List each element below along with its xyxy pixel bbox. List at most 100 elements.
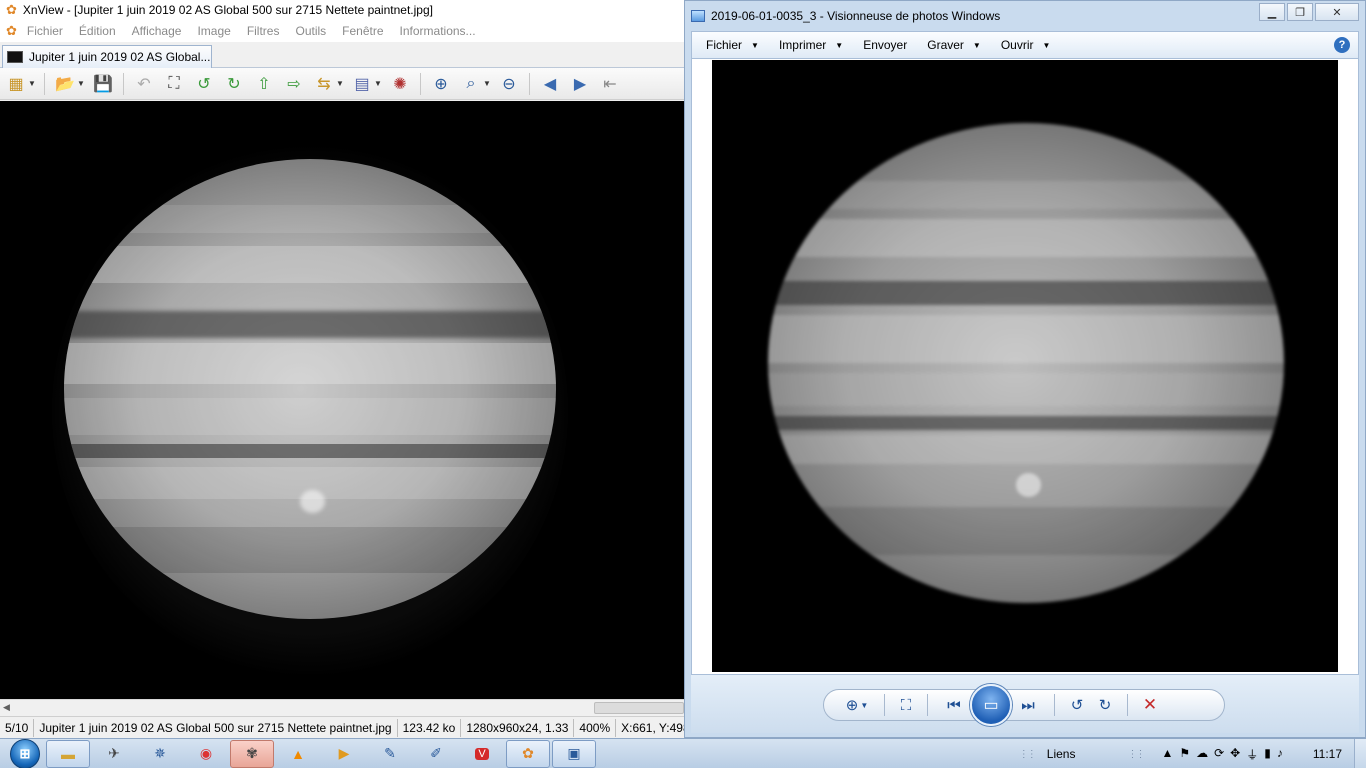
taskbar-app-3[interactable]: ✵ bbox=[138, 740, 182, 768]
xnview-menubar: ✿ Fichier Édition Affichage Image Filtre… bbox=[0, 20, 684, 42]
links-toolbar[interactable]: ⋮⋮ Liens ⋮⋮ bbox=[1009, 747, 1154, 761]
sync-icon[interactable]: ⟳ bbox=[1214, 746, 1224, 763]
zoom-fit-icon[interactable]: ⌕ bbox=[459, 72, 483, 96]
app-icon: ✐ bbox=[430, 745, 442, 761]
image-tab-label: Jupiter 1 juin 2019 02 AS Global... bbox=[29, 50, 211, 64]
menu-filtres[interactable]: Filtres bbox=[239, 24, 288, 38]
xnview-image-canvas[interactable] bbox=[0, 101, 684, 699]
taskbar-media-player[interactable]: ▶ bbox=[322, 740, 366, 768]
chevron-down-icon[interactable]: ▼ bbox=[77, 79, 85, 88]
status-size: 123.42 ko bbox=[398, 718, 462, 737]
status-cursor: X:661, Y:498 bbox=[621, 720, 684, 735]
close-icon: ✕ bbox=[1332, 6, 1342, 19]
up-icon[interactable]: ⇧ bbox=[252, 72, 276, 96]
chevron-down-icon[interactable]: ▼ bbox=[28, 79, 36, 88]
taskbar-vlc[interactable]: ▲ bbox=[276, 740, 320, 768]
xnview-tabbar: Jupiter 1 juin 2019 02 AS Global... bbox=[0, 42, 684, 68]
taskbar-app-5[interactable]: ✾ bbox=[230, 739, 274, 768]
chevron-down-icon[interactable]: ▼ bbox=[336, 79, 344, 88]
rotate-left-icon[interactable]: ↺ bbox=[192, 72, 216, 96]
viewer-menu-fichier[interactable]: Fichier ▼ bbox=[696, 38, 769, 52]
open-folder-icon[interactable]: 📂 bbox=[53, 72, 77, 96]
browser-icon[interactable]: ▦ bbox=[4, 72, 28, 96]
minimize-button[interactable]: ▁ bbox=[1259, 3, 1285, 21]
adjust-icon[interactable]: ▤ bbox=[350, 72, 374, 96]
viewer-menu-imprimer-label: Imprimer bbox=[778, 38, 827, 52]
crop-icon[interactable]: ⛶ bbox=[162, 72, 186, 96]
rotate-right-button[interactable]: ↻ bbox=[1091, 692, 1119, 718]
previous-icon[interactable]: ◀ bbox=[538, 72, 562, 96]
effects-icon[interactable]: ✺ bbox=[388, 72, 412, 96]
scrollbar-thumb[interactable] bbox=[594, 702, 684, 714]
planet-band bbox=[768, 281, 1284, 306]
viewer-menu-envoyer[interactable]: Envoyer bbox=[853, 38, 917, 52]
network-icon[interactable]: ▮ bbox=[1264, 746, 1271, 763]
photo-viewer-app-icon bbox=[691, 9, 705, 22]
zoom-button[interactable]: ⊕ ▼ bbox=[838, 692, 876, 718]
taskbar: ⊞ ▬ ✈ ✵ ◉ ✾ ▲ ▶ ✎ ✐ V ✿ ▣ ⋮⋮ Liens ⋮⋮ ▲ … bbox=[0, 738, 1366, 768]
taskbar-chrome[interactable]: ◉ bbox=[184, 740, 228, 768]
xnview-menu-icon[interactable]: ✿ bbox=[6, 23, 17, 39]
usb-icon[interactable]: ⏚ bbox=[1246, 746, 1258, 763]
menu-outils[interactable]: Outils bbox=[287, 24, 334, 38]
rotate-right-icon[interactable]: ↻ bbox=[222, 72, 246, 96]
horizontal-scrollbar[interactable]: ◀ bbox=[0, 699, 684, 716]
chevron-down-icon[interactable]: ▼ bbox=[374, 79, 382, 88]
zoom-in-icon[interactable]: ⊕ bbox=[429, 72, 453, 96]
help-icon[interactable]: ? bbox=[1334, 37, 1350, 53]
save-icon[interactable]: 💾 bbox=[91, 72, 115, 96]
undo-icon[interactable]: ↶ bbox=[132, 72, 156, 96]
clock[interactable]: 11:17 bbox=[1291, 747, 1354, 761]
flag-icon[interactable]: ⚑ bbox=[1179, 746, 1190, 763]
maximize-button[interactable]: ❐ bbox=[1287, 3, 1313, 21]
menu-informations[interactable]: Informations... bbox=[392, 24, 484, 38]
vivaldi-icon: V bbox=[475, 747, 489, 760]
menu-fenetre[interactable]: Fenêtre bbox=[334, 24, 391, 38]
scroll-left-icon[interactable]: ◀ bbox=[3, 702, 10, 713]
previous-button[interactable]: ⏮ bbox=[936, 692, 972, 718]
slideshow-button[interactable]: ▭ bbox=[970, 684, 1012, 726]
taskbar-photo-viewer[interactable]: ▣ bbox=[552, 739, 596, 768]
taskbar-app-9[interactable]: ✐ bbox=[414, 740, 458, 768]
actual-size-button[interactable]: ⛶ bbox=[893, 692, 919, 718]
image-tab[interactable]: Jupiter 1 juin 2019 02 AS Global... bbox=[2, 45, 212, 68]
window-controls: ▁ ❐ ✕ bbox=[1259, 3, 1359, 21]
delete-button[interactable]: ✕ bbox=[1136, 692, 1164, 718]
taskbar-app-8[interactable]: ✎ bbox=[368, 740, 412, 768]
viewer-menu-ouvrir[interactable]: Ouvrir ▼ bbox=[991, 38, 1061, 52]
dropbox-icon[interactable]: ✥ bbox=[1230, 746, 1240, 763]
taskbar-vivaldi[interactable]: V bbox=[460, 740, 504, 768]
cloud-icon[interactable]: ☁ bbox=[1196, 746, 1208, 763]
xnview-app-icon: ✿ bbox=[6, 2, 17, 17]
start-button[interactable]: ⊞ bbox=[6, 739, 44, 768]
viewer-menu-graver[interactable]: Graver ▼ bbox=[917, 38, 991, 52]
menu-affichage[interactable]: Affichage bbox=[124, 24, 190, 38]
volume-icon[interactable]: ♪ bbox=[1277, 746, 1283, 763]
next-icon[interactable]: ▶ bbox=[568, 72, 592, 96]
convert-icon[interactable]: ⇆ bbox=[312, 72, 336, 96]
maximize-icon: ❐ bbox=[1295, 6, 1305, 19]
export-icon[interactable]: ⇨ bbox=[282, 72, 306, 96]
menu-fichier[interactable]: Fichier bbox=[19, 24, 71, 38]
taskbar-xnview[interactable]: ✿ bbox=[506, 739, 550, 768]
close-button[interactable]: ✕ bbox=[1315, 3, 1359, 21]
menu-image[interactable]: Image bbox=[189, 24, 238, 38]
rotate-left-button[interactable]: ↺ bbox=[1063, 692, 1091, 718]
viewer-menu-imprimer[interactable]: Imprimer ▼ bbox=[769, 38, 853, 52]
planet-band bbox=[768, 219, 1284, 258]
zoom-out-icon[interactable]: ⊖ bbox=[497, 72, 521, 96]
viewer-image[interactable] bbox=[712, 60, 1338, 672]
first-icon[interactable]: ⇤ bbox=[598, 72, 622, 96]
next-icon: ⏭ bbox=[1021, 696, 1035, 714]
fit-window-icon: ⛶ bbox=[900, 696, 912, 714]
toolbar-separator bbox=[44, 72, 45, 95]
chevron-down-icon[interactable]: ▼ bbox=[483, 79, 491, 88]
menu-edition[interactable]: Édition bbox=[71, 24, 124, 38]
show-desktop-button[interactable] bbox=[1354, 739, 1366, 768]
xnview-icon: ✿ bbox=[522, 745, 534, 761]
taskbar-explorer[interactable]: ▬ bbox=[46, 739, 90, 768]
viewer-nav-pill: ⊕ ▼ ⛶ ⏮ ▭ ⏭ ↺ ↻ ✕ bbox=[823, 684, 1225, 726]
show-hidden-icons-icon[interactable]: ▲ bbox=[1161, 746, 1173, 763]
next-button[interactable]: ⏭ bbox=[1010, 692, 1046, 718]
taskbar-app-2[interactable]: ✈ bbox=[92, 740, 136, 768]
